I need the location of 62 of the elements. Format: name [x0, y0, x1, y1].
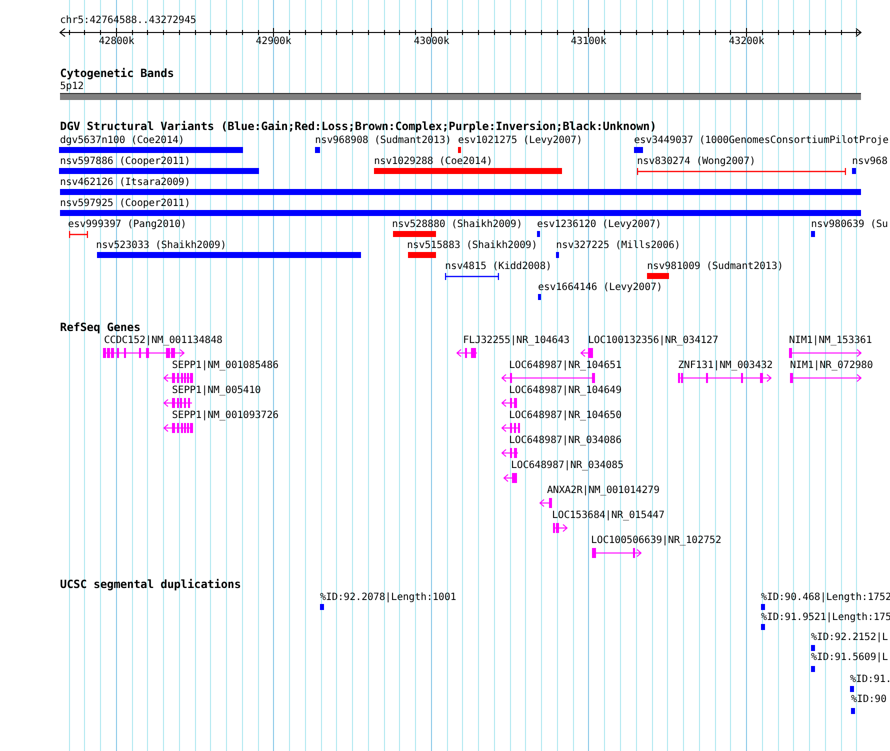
track-title: Cytogenetic Bands: [60, 68, 174, 80]
duplication-label: %ID:91.5609|L: [811, 652, 888, 663]
gene-label: LOC153684|NR_015447: [552, 510, 664, 521]
gene-label: NIM1|NR_072980: [790, 360, 873, 371]
variant-label: nsv597925 (Cooper2011): [60, 198, 190, 209]
variant-label: nsv968908 (Sudmant2013): [315, 135, 452, 146]
gene-label: LOC648987|NR_104651: [509, 360, 622, 371]
track-title: DGV Structural Variants (Blue:Gain;Red:Loss;Brown:Complex;Purple:Inversion;Black:Unknown): [60, 121, 656, 133]
variant-label: dgv5637n100 (Coe2014): [60, 135, 184, 146]
duplication-bar: [761, 604, 765, 610]
variant-label: nsv4815 (Kidd2008): [445, 261, 552, 272]
variant-label: nsv523033 (Shaikh2009): [96, 240, 226, 251]
gene-label: LOC648987|NR_104650: [509, 410, 622, 421]
variant-label: esv1021275 (Levy2007): [458, 135, 582, 146]
gene-label: SEPP1|NM_001085486: [172, 360, 279, 371]
tick-label: 43200k: [728, 36, 766, 47]
variant-label: nsv1029288 (Coe2014): [374, 156, 492, 167]
track-title: UCSC segmental duplications: [60, 579, 241, 591]
variant-label: esv3449037 (1000GenomesConsortiumPilotProje: [634, 135, 889, 146]
duplication-bar: [761, 624, 765, 630]
duplication-label: %ID:91.9521|Length:175: [761, 612, 890, 623]
gene-label: FLJ32255|NR_104643: [463, 335, 570, 346]
variant-label: nsv327225 (Mills2006): [556, 240, 680, 251]
duplication-label: %ID:90: [851, 694, 887, 705]
duplication-label: %ID:91.: [850, 674, 890, 685]
gene-label: CCDC152|NM_001134848: [104, 335, 222, 346]
variant-label: nsv528880 (Shaikh2009): [392, 219, 522, 230]
variant-label: nsv968: [852, 156, 888, 167]
duplication-label: %ID:92.2152|L: [811, 632, 888, 643]
tick-label: 42800k: [98, 36, 136, 47]
variant-label: nsv597886 (Cooper2011): [60, 156, 190, 167]
variant-label: nsv981009 (Sudmant2013): [647, 261, 784, 272]
tick-label: 42900k: [254, 36, 292, 47]
gene-label: SEPP1|NM_005410: [172, 385, 261, 396]
duplication-bar: [851, 708, 855, 714]
gene-label: ZNF131|NM_003432: [678, 360, 773, 371]
gene-label: LOC100132356|NR_034127: [588, 335, 718, 346]
region-label: chr5:42764588..43272945: [60, 15, 196, 26]
variant-label: esv1236120 (Levy2007): [537, 219, 662, 230]
variant-label: nsv830274 (Wong2007): [637, 156, 756, 167]
band-label: 5p12: [60, 81, 84, 92]
gene-label: LOC648987|NR_034086: [509, 435, 622, 446]
variant-label: esv999397 (Pang2010): [68, 219, 186, 230]
duplication-bar: [320, 604, 324, 610]
tick-label: 43100k: [570, 36, 608, 47]
variant-label: nsv515883 (Shaikh2009): [407, 240, 538, 251]
variant-label: esv1664146 (Levy2007): [538, 282, 662, 293]
gene-label: ANXA2R|NM_001014279: [547, 485, 660, 496]
duplication-bar: [850, 686, 854, 692]
gene-label: LOC648987|NR_104649: [509, 385, 622, 396]
gene-label: NIM1|NM_153361: [789, 335, 872, 346]
gene-label: SEPP1|NM_001093726: [172, 410, 279, 421]
duplication-bar: [811, 666, 815, 672]
tick-label: 43000k: [412, 36, 450, 47]
gene-label: LOC648987|NR_034085: [511, 460, 624, 471]
duplication-bar: [811, 645, 815, 651]
track-title: RefSeq Genes: [60, 322, 140, 334]
gene-label: LOC100506639|NR_102752: [591, 535, 722, 546]
variant-label: nsv980639 (Su: [811, 219, 888, 230]
duplication-label: %ID:90.468|Length:1752: [761, 592, 890, 603]
variant-label: nsv462126 (Itsara2009): [60, 177, 190, 188]
duplication-label: %ID:92.2078|Length:1001: [320, 592, 456, 603]
